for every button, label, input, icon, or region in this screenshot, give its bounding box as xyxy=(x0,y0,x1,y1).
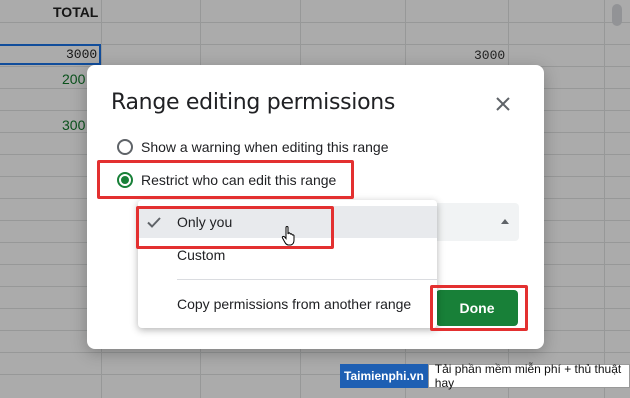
permission-dropdown-menu: Only you Custom Copy permissions from an… xyxy=(138,200,437,328)
radio-option-restrict[interactable]: Restrict who can edit this range xyxy=(117,169,336,191)
radio-button[interactable] xyxy=(117,172,133,188)
radio-label: Restrict who can edit this range xyxy=(141,172,337,188)
close-icon xyxy=(496,97,510,111)
dialog-title: Range editing permissions xyxy=(111,90,396,115)
watermark-tagline: Tải phần mềm miễn phí + thủ thuật hay xyxy=(427,362,630,390)
radio-label: Show a warning when editing this range xyxy=(141,139,389,155)
hand-pointer-icon xyxy=(281,226,295,246)
menu-item-label: Only you xyxy=(177,214,233,230)
watermark: Taimienphi.vn Tải phần mềm miễn phí + th… xyxy=(340,362,630,390)
watermark-brand: Taimienphi.vn xyxy=(340,364,428,388)
menu-item-label: Copy permissions from another range xyxy=(177,296,412,312)
menu-item-copy-permissions[interactable]: Copy permissions from another range xyxy=(138,288,437,320)
check-icon xyxy=(147,217,161,228)
menu-item-label: Custom xyxy=(177,247,226,263)
done-button[interactable]: Done xyxy=(436,290,518,326)
menu-divider xyxy=(177,279,437,280)
radio-option-warning[interactable]: Show a warning when editing this range xyxy=(117,136,389,158)
radio-button[interactable] xyxy=(117,139,133,155)
close-button[interactable] xyxy=(492,93,514,115)
caret-up-icon xyxy=(501,219,509,224)
